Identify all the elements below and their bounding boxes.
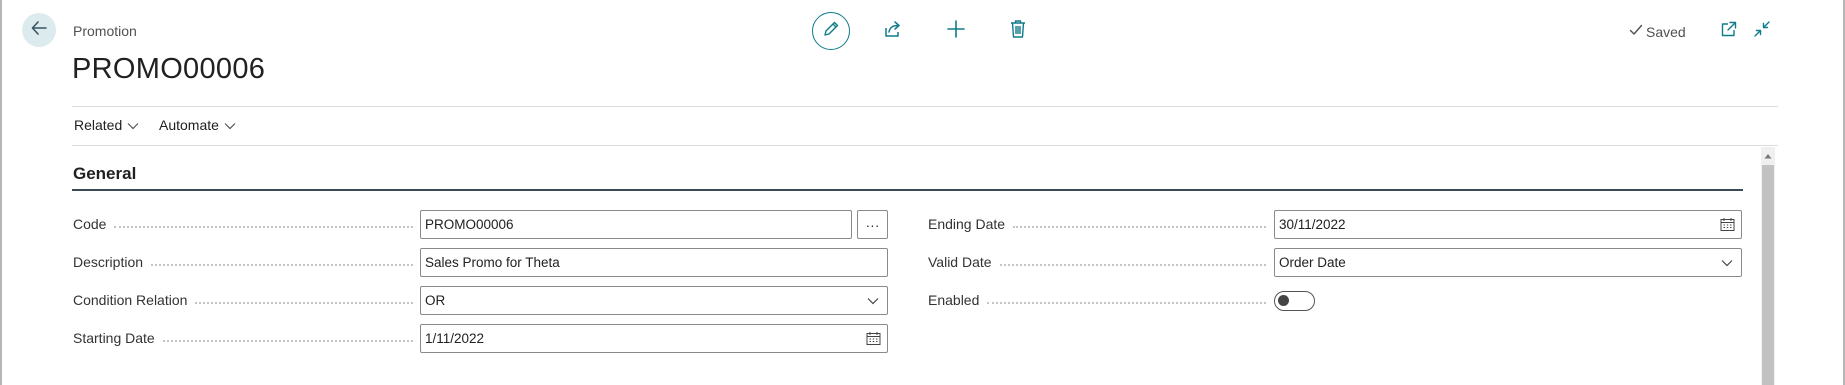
chevron-down-icon: [859, 287, 887, 314]
starting-date-value: 1/11/2022: [425, 331, 485, 346]
open-in-new-window-icon: [1720, 20, 1738, 43]
menu-related[interactable]: Related: [74, 117, 139, 133]
valid-date-label-text: Valid Date: [928, 254, 992, 270]
collapse-icon: [1753, 20, 1771, 43]
menu-automate[interactable]: Automate: [159, 117, 236, 133]
code-label: Code: [73, 216, 413, 232]
share-icon: [883, 19, 903, 44]
description-field-value: Sales Promo for Theta: [425, 255, 560, 270]
chevron-down-icon: [127, 117, 139, 133]
plus-icon: [946, 19, 966, 44]
code-assist-button[interactable]: ···: [857, 210, 888, 239]
label-leader-dots: [999, 264, 1266, 266]
back-button[interactable]: [22, 13, 56, 47]
calendar-icon[interactable]: [1713, 211, 1741, 238]
page-title: PROMO00006: [72, 53, 266, 85]
trash-icon: [1009, 19, 1027, 44]
starting-date-label-text: Starting Date: [73, 330, 155, 346]
enabled-label: Enabled: [928, 292, 1266, 308]
chevron-down-icon: [1713, 249, 1741, 276]
label-leader-dots: [114, 226, 413, 228]
delete-button[interactable]: [1007, 19, 1029, 44]
description-label-text: Description: [73, 254, 144, 270]
enabled-label-text: Enabled: [928, 292, 980, 308]
code-label-text: Code: [73, 216, 107, 232]
saved-label: Saved: [1646, 23, 1686, 40]
condition-relation-value: OR: [425, 293, 446, 308]
description-field[interactable]: Sales Promo for Theta: [420, 248, 888, 277]
checkmark-icon: [1629, 23, 1643, 40]
ending-date-label: Ending Date: [928, 216, 1266, 232]
action-bar-top-divider: [72, 106, 1778, 107]
code-field-value: PROMO00006: [425, 217, 514, 232]
label-leader-dots: [1013, 226, 1266, 228]
starting-date-field[interactable]: 1/11/2022: [420, 324, 888, 353]
new-button[interactable]: [945, 19, 967, 44]
edit-button[interactable]: [812, 12, 850, 50]
ending-date-value: 30/11/2022: [1279, 217, 1346, 232]
code-field[interactable]: PROMO00006: [420, 210, 852, 239]
label-leader-dots: [162, 340, 413, 342]
enabled-toggle[interactable]: [1274, 291, 1315, 311]
menu-related-label: Related: [74, 117, 123, 133]
valid-date-select[interactable]: Order Date: [1274, 248, 1742, 277]
arrow-left-icon: [30, 19, 48, 42]
chevron-down-icon: [224, 117, 236, 133]
description-label: Description: [73, 254, 413, 270]
open-in-new-window-button[interactable]: [1718, 20, 1740, 42]
calendar-icon[interactable]: [859, 325, 887, 352]
page-caption: Promotion: [73, 23, 137, 39]
section-title-general: General: [73, 164, 137, 183]
toggle-knob: [1278, 295, 1289, 306]
collapse-button[interactable]: [1751, 20, 1773, 42]
condition-relation-label-text: Condition Relation: [73, 292, 188, 308]
scroll-up-arrow-icon[interactable]: [1762, 150, 1774, 162]
valid-date-value: Order Date: [1279, 255, 1346, 270]
ending-date-label-text: Ending Date: [928, 216, 1006, 232]
starting-date-label: Starting Date: [73, 330, 413, 346]
ellipsis-icon: ···: [865, 216, 880, 233]
share-button[interactable]: [882, 20, 904, 42]
page-frame: Promotion PROMO00006 Saved Related Autom…: [0, 0, 1845, 385]
condition-relation-label: Condition Relation: [73, 292, 413, 308]
condition-relation-select[interactable]: OR: [420, 286, 888, 315]
pencil-icon: [822, 20, 840, 43]
valid-date-label: Valid Date: [928, 254, 1266, 270]
label-leader-dots: [987, 302, 1266, 304]
saved-status: Saved: [1629, 23, 1686, 40]
scrollbar-thumb[interactable]: [1762, 165, 1774, 385]
section-divider: [72, 189, 1743, 191]
label-leader-dots: [151, 264, 413, 266]
ending-date-field[interactable]: 30/11/2022: [1274, 210, 1742, 239]
menu-automate-label: Automate: [159, 117, 219, 133]
action-bar-bottom-divider: [72, 145, 1778, 146]
label-leader-dots: [195, 302, 413, 304]
